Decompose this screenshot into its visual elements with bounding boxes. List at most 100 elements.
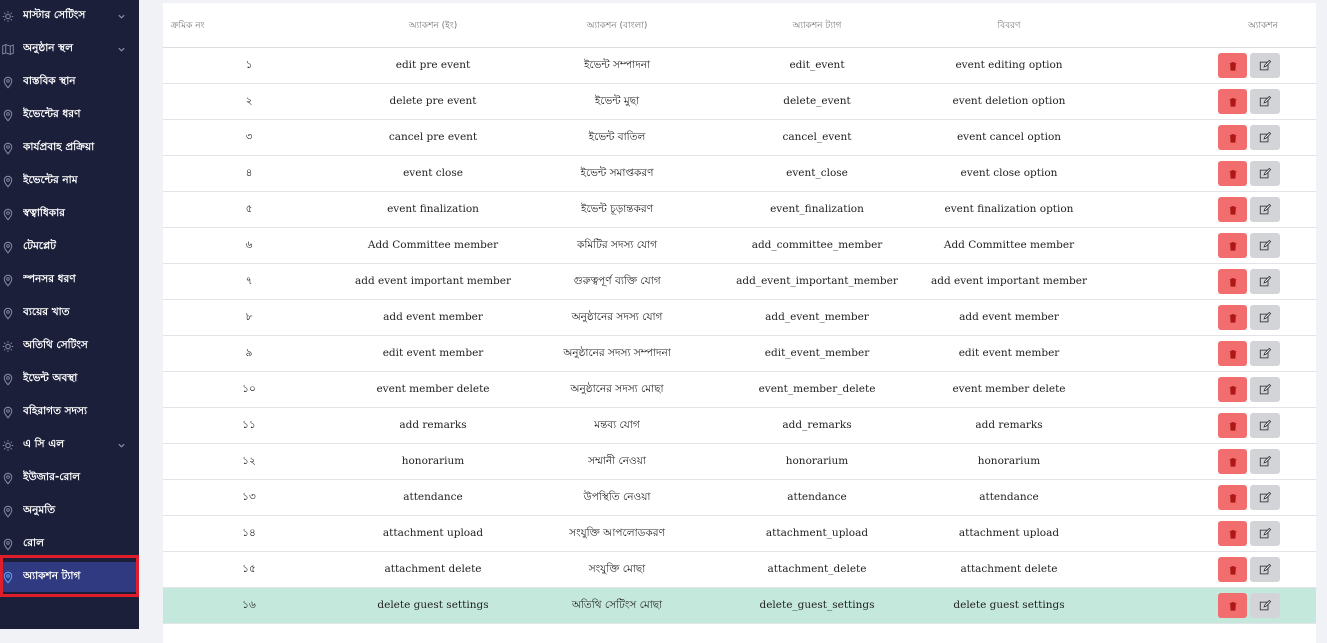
sidebar-item-1[interactable]: মাস্টার সেটিংস bbox=[0, 0, 139, 33]
cell-serial: ১৪ bbox=[242, 527, 256, 539]
location-pin-icon bbox=[2, 307, 14, 321]
trash-icon bbox=[1228, 385, 1238, 395]
sidebar-item-3[interactable]: বাস্তবিক স্থান bbox=[0, 66, 139, 99]
sidebar-item-16[interactable]: অনুমতি bbox=[0, 495, 139, 528]
gear-icon bbox=[2, 10, 14, 24]
cell-action-bn: গুরুত্বপূর্ণ ব্যক্তি যোগ bbox=[573, 275, 661, 287]
delete-button[interactable] bbox=[1218, 341, 1247, 366]
sidebar-item-11[interactable]: অতিথি সেটিংস bbox=[0, 330, 139, 363]
cell-description: add event member bbox=[959, 311, 1059, 323]
table-header: ক্রমিক নং অ্যাকশন (ইং) অ্যাকশন (বাংলা) অ… bbox=[163, 3, 1316, 48]
cell-serial: ৩ bbox=[245, 131, 253, 143]
cell-action-en: attendance bbox=[403, 491, 463, 503]
delete-button[interactable] bbox=[1218, 485, 1247, 510]
edit-button[interactable] bbox=[1250, 449, 1280, 474]
sidebar: মাস্টার সেটিংস অনুষ্ঠান স্থল বাস্তবিক স্থা… bbox=[0, 0, 139, 629]
sidebar-item-4[interactable]: ইভেন্টের ধরণ bbox=[0, 99, 139, 132]
sidebar-item-18[interactable]: অ্যাকশন ট্যাগ bbox=[0, 562, 139, 592]
edit-icon bbox=[1259, 311, 1271, 324]
edit-button[interactable] bbox=[1250, 485, 1280, 510]
table-row: ৩ cancel pre event ইভেন্ট বাতিল cancel_even… bbox=[163, 120, 1316, 156]
cell-action-bn: সম্মানী নেওয়া bbox=[588, 455, 646, 467]
cell-action-bn: অনুষ্ঠানের সদস্য সম্পাদনা bbox=[563, 347, 671, 359]
trash-icon bbox=[1228, 277, 1238, 287]
sidebar-item-17[interactable]: রোল bbox=[0, 528, 139, 561]
delete-button[interactable] bbox=[1218, 197, 1247, 222]
table-row: ১১ add remarks মন্তব্য যোগ add_remarks add r… bbox=[163, 408, 1316, 444]
edit-button[interactable] bbox=[1250, 269, 1280, 294]
header-description: বিবরণ bbox=[997, 21, 1021, 31]
sidebar-item-13[interactable]: বহিরাগত সদস্য bbox=[0, 396, 139, 429]
edit-button[interactable] bbox=[1250, 341, 1280, 366]
sidebar-item-12[interactable]: ইভেন্ট অবস্থা bbox=[0, 363, 139, 396]
edit-button[interactable] bbox=[1250, 305, 1280, 330]
cell-description: event cancel option bbox=[956, 131, 1062, 143]
sidebar-item-label: অ্যাকশন ট্যাগ bbox=[23, 569, 81, 582]
sidebar-item-9[interactable]: স্পনসর ধরণ bbox=[0, 264, 139, 297]
sidebar-item-10[interactable]: ব্যয়ের খাত bbox=[0, 297, 139, 330]
table-row: ১ edit pre event ইভেন্ট সম্পাদনা edit_event… bbox=[163, 48, 1316, 84]
sidebar-item-14[interactable]: এ সি এল bbox=[0, 429, 139, 462]
cell-action-tag: event_member_delete bbox=[758, 383, 876, 395]
trash-icon bbox=[1228, 601, 1238, 611]
edit-button[interactable] bbox=[1250, 557, 1280, 582]
sidebar-item-15[interactable]: ইউজার-রোল bbox=[0, 462, 139, 495]
table-row: ৪ event close ইভেন্ট সমাপ্তকরণ event_close e… bbox=[163, 156, 1316, 192]
cell-action-tag: event_close bbox=[786, 167, 848, 179]
location-pin-icon bbox=[2, 505, 14, 519]
edit-button[interactable] bbox=[1250, 125, 1280, 150]
gear-icon bbox=[2, 439, 14, 453]
chevron-down-icon[interactable] bbox=[117, 12, 127, 21]
delete-button[interactable] bbox=[1218, 557, 1247, 582]
edit-icon bbox=[1259, 95, 1271, 108]
edit-button[interactable] bbox=[1250, 413, 1280, 438]
edit-button[interactable] bbox=[1250, 197, 1280, 222]
delete-button[interactable] bbox=[1218, 89, 1247, 114]
delete-button[interactable] bbox=[1218, 593, 1247, 618]
trash-icon bbox=[1228, 493, 1238, 503]
delete-button[interactable] bbox=[1218, 53, 1247, 78]
cell-action-en: attachment upload bbox=[382, 527, 484, 539]
cell-serial: ১০ bbox=[242, 383, 256, 395]
delete-button[interactable] bbox=[1218, 521, 1247, 546]
table-row: ২ delete pre event ইভেন্ট মুছা delete_event… bbox=[163, 84, 1316, 120]
edit-button[interactable] bbox=[1250, 521, 1280, 546]
trash-icon bbox=[1228, 421, 1238, 431]
sidebar-item-7[interactable]: স্বত্বাধিকার bbox=[0, 198, 139, 231]
sidebar-item-label: বহিরাগত সদস্য bbox=[23, 405, 88, 417]
sidebar-item-6[interactable]: ইভেন্টের নাম bbox=[0, 165, 139, 198]
edit-button[interactable] bbox=[1250, 89, 1280, 114]
sidebar-item-2[interactable]: অনুষ্ঠান স্থল bbox=[0, 33, 139, 66]
edit-button[interactable] bbox=[1250, 161, 1280, 186]
chevron-down-icon[interactable] bbox=[117, 45, 127, 54]
edit-icon bbox=[1259, 203, 1271, 216]
cell-serial: ৬ bbox=[245, 239, 253, 251]
edit-button[interactable] bbox=[1250, 593, 1280, 618]
cell-serial: ৮ bbox=[245, 311, 253, 323]
table-row: ৮ add event member অনুষ্ঠানের সদস্য যোগ add… bbox=[163, 300, 1316, 336]
delete-button[interactable] bbox=[1218, 413, 1247, 438]
gear-icon bbox=[2, 340, 14, 354]
header-action-en: অ্যাকশন (ইং) bbox=[408, 21, 458, 31]
trash-icon bbox=[1228, 241, 1238, 251]
sidebar-item-8[interactable]: টেমপ্লেট bbox=[0, 231, 139, 264]
trash-icon bbox=[1228, 169, 1238, 179]
cell-description: attachment upload bbox=[958, 527, 1060, 539]
delete-button[interactable] bbox=[1218, 125, 1247, 150]
cell-description: add event important member bbox=[931, 275, 1087, 287]
delete-button[interactable] bbox=[1218, 161, 1247, 186]
delete-button[interactable] bbox=[1218, 233, 1247, 258]
sidebar-item-5[interactable]: কার্যপ্রবাহ প্রক্রিয়া bbox=[0, 132, 139, 165]
cell-action-bn: মন্তব্য যোগ bbox=[594, 419, 640, 431]
delete-button[interactable] bbox=[1218, 377, 1247, 402]
delete-button[interactable] bbox=[1218, 269, 1247, 294]
edit-button[interactable] bbox=[1250, 377, 1280, 402]
cell-description: event deletion option bbox=[952, 95, 1066, 107]
delete-button[interactable] bbox=[1218, 305, 1247, 330]
cell-action-en: add remarks bbox=[399, 419, 467, 431]
delete-button[interactable] bbox=[1218, 449, 1247, 474]
edit-button[interactable] bbox=[1250, 233, 1280, 258]
chevron-down-icon[interactable] bbox=[117, 441, 127, 450]
edit-button[interactable] bbox=[1250, 53, 1280, 78]
cell-description: add remarks bbox=[975, 419, 1043, 431]
